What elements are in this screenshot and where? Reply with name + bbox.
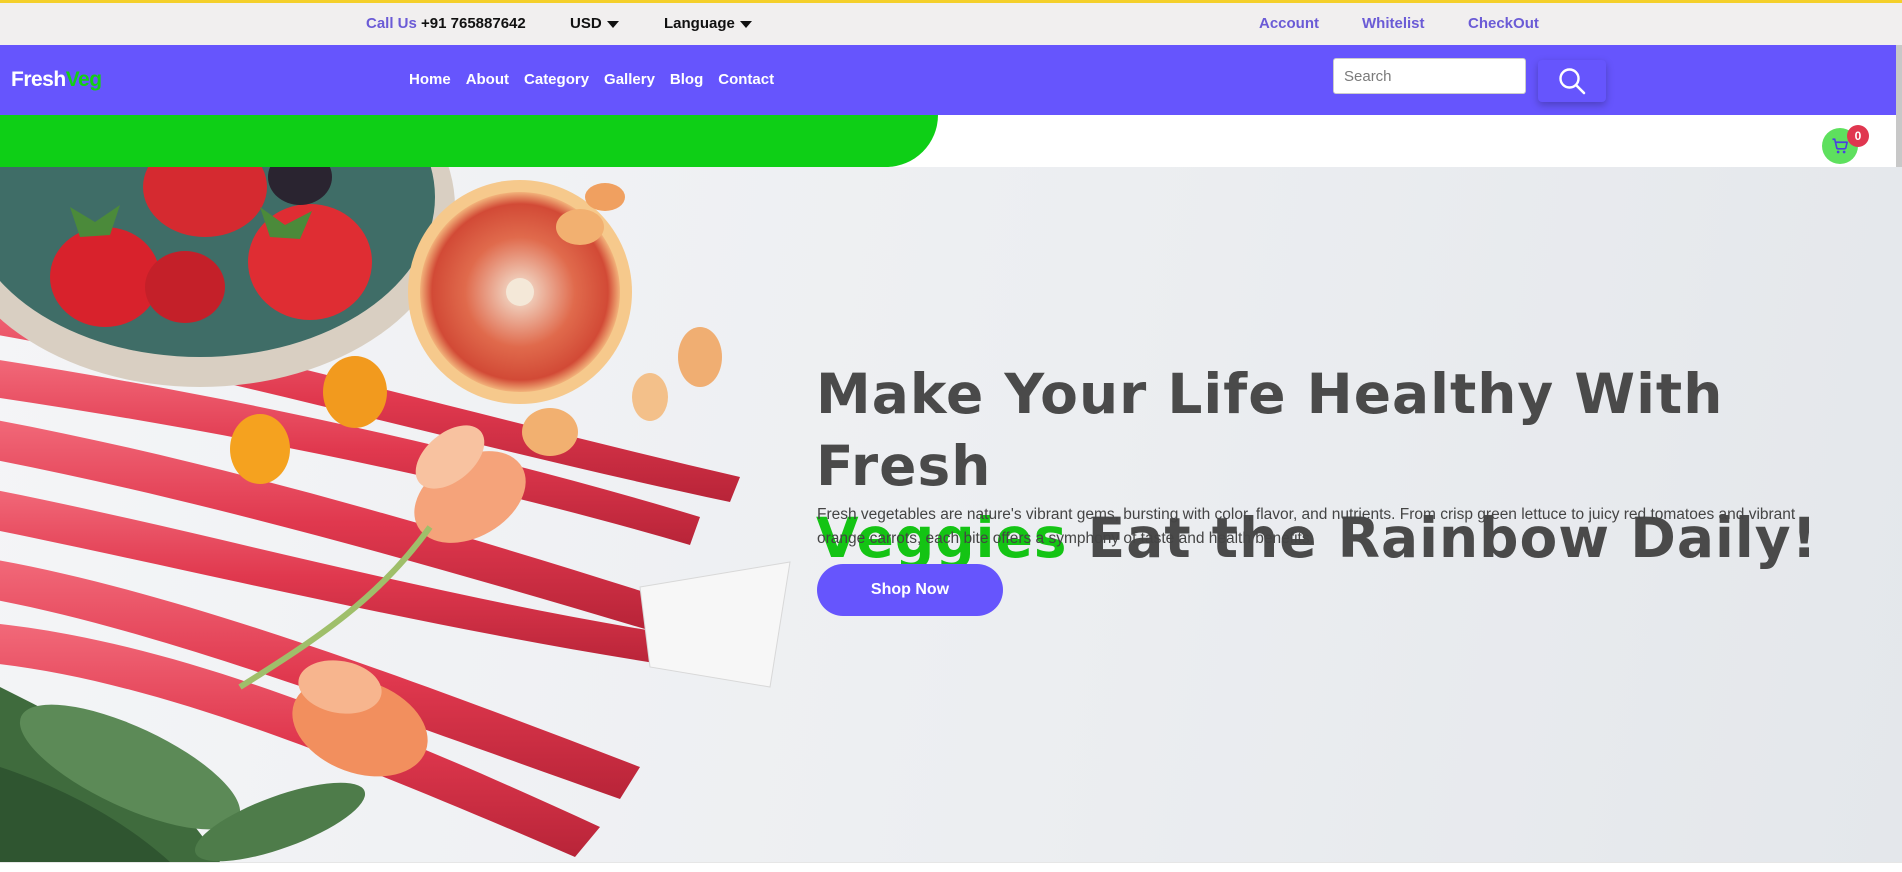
caret-down-icon: [606, 20, 619, 28]
logo[interactable]: FreshVeg: [11, 68, 102, 92]
nav-menu: Home About Category Gallery Blog Contact: [409, 71, 789, 88]
cart-count-badge: 0: [1847, 125, 1869, 147]
account-link[interactable]: Account: [1259, 15, 1319, 32]
currency-dropdown[interactable]: USD: [570, 15, 619, 32]
green-accent-band: [0, 115, 938, 167]
phone-number[interactable]: +91 765887642: [421, 15, 526, 32]
search-icon: [1559, 68, 1586, 95]
currency-label: USD: [570, 15, 602, 32]
hero-description: Fresh vegetables are nature's vibrant ge…: [817, 506, 1796, 547]
logo-fresh: Fresh: [11, 68, 66, 91]
nav-home[interactable]: Home: [409, 71, 451, 88]
cart-icon: [1832, 138, 1848, 154]
language-label: Language: [664, 15, 735, 32]
call-us[interactable]: Call Us +91 765887642: [366, 15, 526, 32]
whitelist-link[interactable]: Whitelist: [1362, 15, 1425, 32]
headline-line1: Make Your Life Healthy With Fresh: [816, 362, 1724, 498]
hero-produce-image: [0, 167, 791, 862]
nav-blog[interactable]: Blog: [670, 71, 703, 88]
shop-now-button[interactable]: Shop Now: [817, 564, 1003, 616]
nav-about[interactable]: About: [466, 71, 509, 88]
nav-contact[interactable]: Contact: [718, 71, 774, 88]
search-button[interactable]: [1538, 60, 1606, 102]
search-input[interactable]: [1333, 58, 1526, 94]
call-us-label: Call Us: [366, 15, 417, 32]
language-dropdown[interactable]: Language: [664, 15, 752, 32]
nav-category[interactable]: Category: [524, 71, 589, 88]
page-bottom-divider: [0, 862, 1902, 872]
nav-gallery[interactable]: Gallery: [604, 71, 655, 88]
checkout-link[interactable]: CheckOut: [1468, 15, 1539, 32]
logo-veg: Veg: [65, 68, 102, 91]
scrollbar[interactable]: [1896, 45, 1902, 185]
main-navbar: FreshVeg Home About Category Gallery Blo…: [0, 45, 1902, 115]
top-info-bar: Call Us +91 765887642 USD Language Accou…: [0, 0, 1902, 45]
caret-down-icon: [739, 20, 752, 28]
